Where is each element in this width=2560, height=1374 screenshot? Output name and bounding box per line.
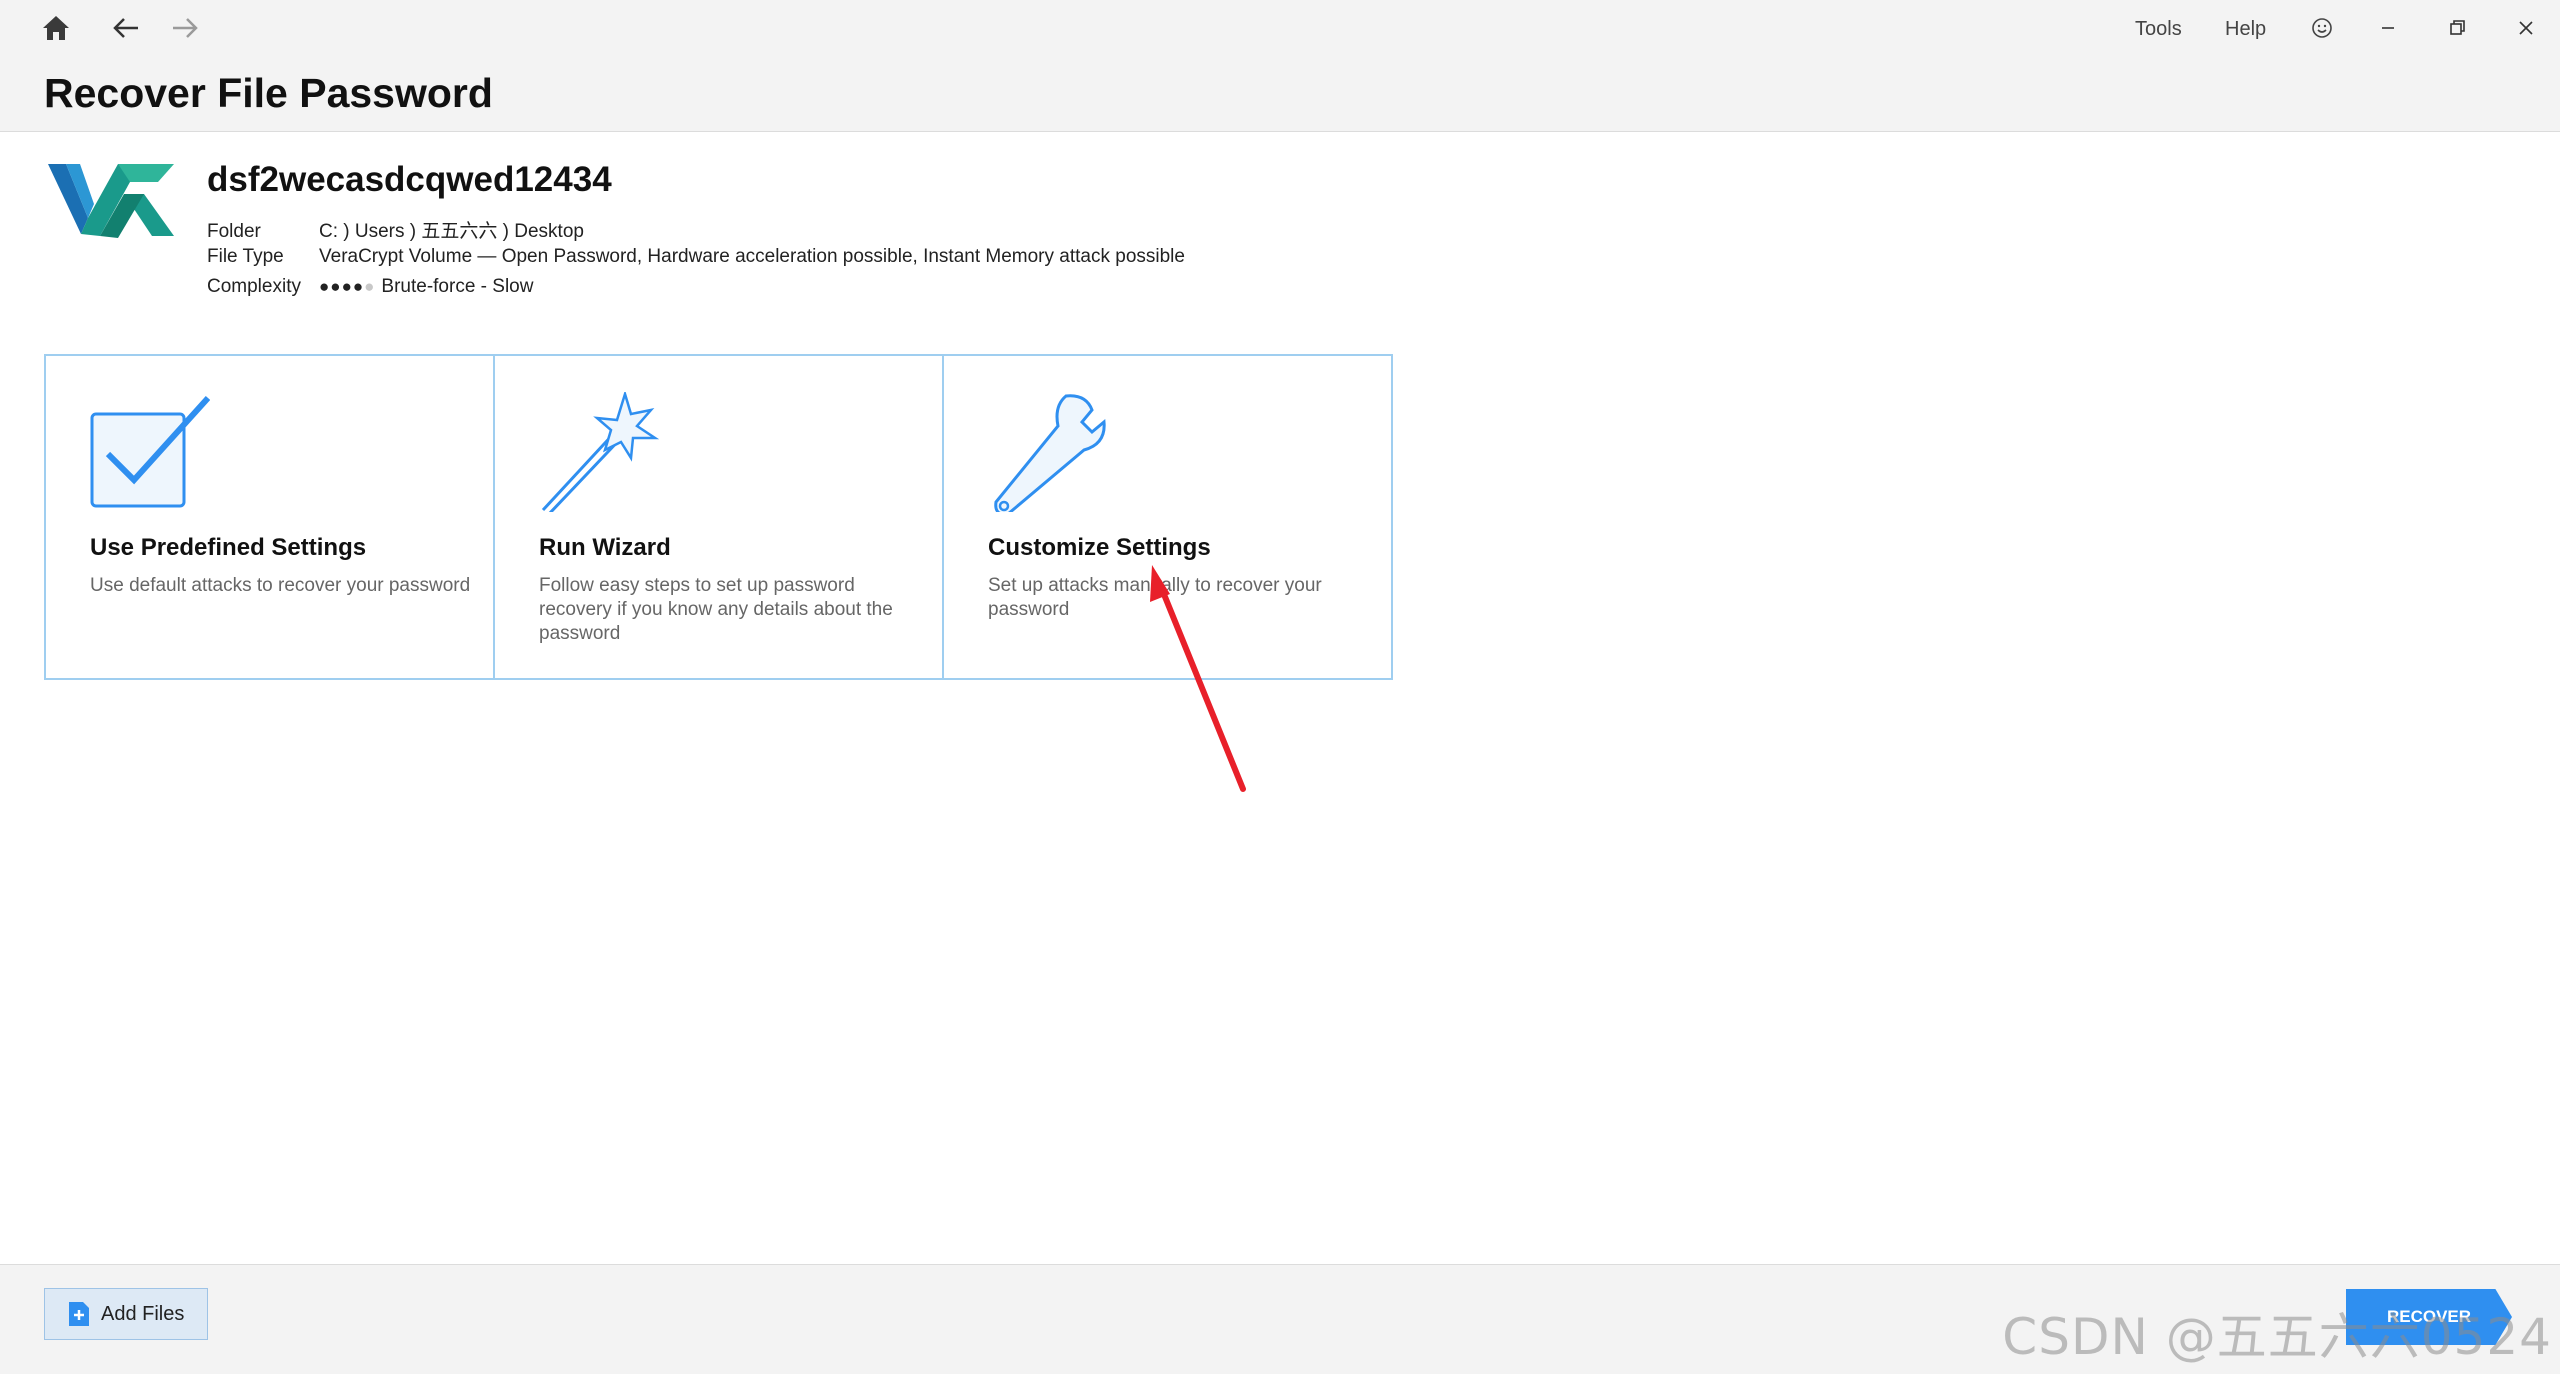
magic-wand-icon xyxy=(541,392,659,512)
complexity-row: Complexity ●●●●● Brute-force - Slow xyxy=(207,276,533,298)
close-icon xyxy=(2519,21,2533,35)
file-type-row: File Type VeraCrypt Volume — Open Passwor… xyxy=(207,246,1185,268)
folder-label: Folder xyxy=(207,221,261,242)
watermark: CSDN @五五六六0524 xyxy=(2002,1308,2552,1366)
add-files-label: Add Files xyxy=(101,1302,185,1325)
complexity-value: Brute-force - Slow xyxy=(381,276,534,297)
folder-path: C: ) Users ) 五五六六 ) Desktop xyxy=(319,221,584,242)
card-title: Run Wizard xyxy=(539,534,671,561)
complexity-label: Complexity xyxy=(207,276,301,297)
help-menu[interactable]: Help xyxy=(2225,18,2266,41)
home-button[interactable] xyxy=(34,10,78,46)
annotation-arrow xyxy=(1150,565,1246,792)
forward-button[interactable] xyxy=(163,10,207,46)
file-type-value: VeraCrypt Volume — Open Password, Hardwa… xyxy=(319,246,1185,267)
complexity-dot: ● xyxy=(341,277,353,296)
back-button[interactable] xyxy=(104,10,148,46)
recovery-options: Use Predefined Settings Use default atta… xyxy=(44,354,1393,680)
add-file-icon xyxy=(69,1302,89,1326)
complexity-dot: ● xyxy=(319,277,331,296)
app-header: Recover File Password Tools Help xyxy=(0,0,2560,132)
card-title: Use Predefined Settings xyxy=(90,534,367,561)
smiley-icon xyxy=(2312,18,2332,38)
feedback-button[interactable] xyxy=(2300,10,2344,46)
complexity-dot: ● xyxy=(364,277,376,296)
close-button[interactable] xyxy=(2504,10,2548,46)
restore-button[interactable] xyxy=(2435,10,2479,46)
file-name: dsf2wecasdcqwed12434 xyxy=(207,160,612,199)
restore-icon xyxy=(2450,20,2465,35)
add-files-button[interactable]: Add Files xyxy=(44,1288,208,1340)
card-description: Follow easy steps to set up password rec… xyxy=(539,575,893,644)
page-title: Recover File Password xyxy=(44,70,493,116)
minimize-button[interactable] xyxy=(2366,10,2410,46)
checkbox-icon xyxy=(90,395,210,508)
card-description: Use default attacks to recover your pass… xyxy=(90,575,471,596)
customize-settings-card[interactable]: Customize Settings Set up attacks manual… xyxy=(942,356,1391,678)
wrench-icon xyxy=(994,394,1106,512)
home-icon xyxy=(43,16,69,40)
run-wizard-card[interactable]: Run Wizard Follow easy steps to set up p… xyxy=(493,356,942,678)
use-predefined-settings-card[interactable]: Use Predefined Settings Use default atta… xyxy=(46,356,493,678)
minimize-icon xyxy=(2382,27,2394,29)
veracrypt-logo xyxy=(48,164,174,238)
file-type-label: File Type xyxy=(207,246,284,267)
card-description: Set up attacks manually to recover your … xyxy=(988,575,1322,620)
complexity-dots: ●●●●● xyxy=(319,277,375,296)
complexity-dot: ● xyxy=(330,277,342,296)
folder-row: Folder C: ) Users ) 五五六六 ) Desktop xyxy=(207,216,584,243)
tools-menu[interactable]: Tools xyxy=(2135,18,2182,41)
card-title: Customize Settings xyxy=(988,534,1211,561)
arrow-left-icon xyxy=(113,18,138,38)
arrow-right-icon xyxy=(173,18,198,38)
complexity-dot: ● xyxy=(352,277,365,296)
